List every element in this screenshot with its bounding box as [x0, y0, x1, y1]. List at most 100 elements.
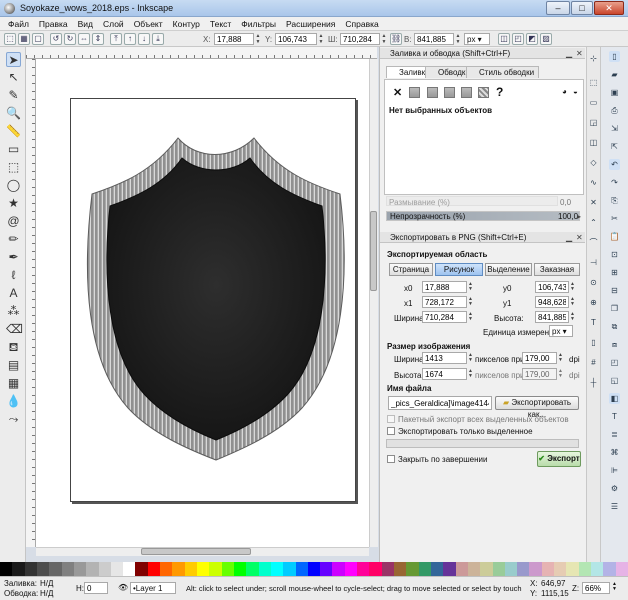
layer-visibility-icon[interactable]: 👁 — [118, 583, 128, 592]
lock-ratio-icon[interactable]: ⛓ — [390, 33, 402, 45]
snap-center-icon[interactable]: ⊙ — [588, 277, 599, 288]
snap-bbox-corner-icon[interactable]: ◲ — [588, 117, 599, 128]
x1-spinner-icon[interactable]: ▲ ▼ — [468, 297, 473, 307]
menu-layer[interactable]: Слой — [98, 17, 129, 30]
y-spinner-icon[interactable]: ▲ ▼ — [317, 33, 325, 45]
duplicate-icon[interactable]: ❐ — [609, 303, 620, 314]
palette-swatch[interactable] — [615, 562, 628, 576]
snap-rotation-center-icon[interactable]: ⊕ — [588, 297, 599, 308]
palette-swatch[interactable] — [418, 562, 431, 576]
palette-swatch[interactable] — [578, 562, 591, 576]
menu-help[interactable]: Справка — [340, 17, 383, 30]
zoom-drawing-icon[interactable]: ⊞ — [609, 267, 620, 278]
snap-smooth-icon[interactable]: ⌒ — [588, 237, 599, 248]
units-select[interactable]: px ▾ — [549, 325, 573, 337]
vertical-scroll-thumb[interactable] — [370, 211, 377, 291]
fill-indicator-value[interactable]: Н/Д — [40, 579, 53, 588]
palette-swatch[interactable] — [283, 562, 296, 576]
zoom-input[interactable] — [582, 582, 610, 594]
snap-bbox-icon[interactable]: ⬚ — [588, 77, 599, 88]
raise-to-top-icon[interactable]: ⤒ — [110, 33, 122, 45]
palette-swatch[interactable] — [369, 562, 382, 576]
height-input[interactable] — [414, 33, 454, 45]
snap-midpoints-icon[interactable]: ⊣ — [588, 257, 599, 268]
palette-swatch[interactable] — [0, 562, 13, 576]
mesh-tool-icon[interactable]: ▦ — [6, 376, 21, 391]
stroke-indicator-value[interactable]: Н/Д — [40, 589, 53, 598]
palette-swatch[interactable] — [307, 562, 321, 576]
image-height-input[interactable] — [422, 368, 467, 380]
zoom-spinner-icon[interactable]: ▲ ▼ — [612, 582, 617, 592]
width-spinner-icon[interactable]: ▲ ▼ — [380, 33, 388, 45]
y1-input[interactable] — [535, 296, 569, 308]
palette-swatch[interactable] — [123, 562, 136, 576]
palette-swatch[interactable] — [357, 562, 370, 576]
export-area-drawing-button[interactable]: Рисунок — [435, 263, 483, 276]
snap-toggle-icon[interactable]: ⊹ — [588, 53, 599, 64]
text-font-icon[interactable]: T — [609, 411, 620, 422]
palette-swatch[interactable] — [233, 562, 247, 576]
export-as-button[interactable]: ▰ Экспортировать как... — [495, 396, 579, 419]
export-area-page-button[interactable]: Страница — [389, 263, 433, 276]
fill-stroke-icon[interactable]: ◧ — [609, 393, 620, 404]
palette-swatch[interactable] — [184, 562, 197, 576]
palette-swatch[interactable] — [86, 562, 99, 576]
palette-swatch[interactable] — [24, 562, 37, 576]
x-input[interactable] — [214, 33, 254, 45]
bucket-tool-icon[interactable]: ⛾ — [6, 340, 21, 355]
image-width-spinner-icon[interactable]: ▲ ▼ — [468, 353, 473, 363]
close-button[interactable]: ✕ — [594, 1, 624, 15]
y1-spinner-icon[interactable]: ▲ ▼ — [570, 297, 575, 307]
filename-input[interactable] — [388, 396, 492, 410]
palette-swatch[interactable] — [295, 562, 308, 576]
y0-input[interactable] — [535, 281, 569, 293]
opacity-spinner-icon[interactable]: ▸ — [577, 212, 581, 221]
dropper-tool-icon[interactable]: 💧 — [6, 394, 21, 409]
snap-paths-icon[interactable]: ∿ — [588, 177, 599, 188]
pattern-icon[interactable] — [478, 87, 489, 98]
lower-icon[interactable]: ↓ — [138, 33, 150, 45]
palette-swatch[interactable] — [406, 562, 419, 576]
print-icon[interactable]: ⎙ — [609, 105, 620, 116]
cut-icon[interactable]: ✂ — [609, 213, 620, 224]
palette-swatch[interactable] — [270, 562, 284, 576]
palette-swatch[interactable] — [98, 562, 111, 576]
snap-page-icon[interactable]: ▯ — [588, 337, 599, 348]
menu-object[interactable]: Объект — [129, 17, 168, 30]
select-all-layers-icon[interactable]: ▦ — [18, 33, 30, 45]
align-distribute-icon[interactable]: ⊫ — [609, 465, 620, 476]
pen-tool-icon[interactable]: ✒ — [6, 250, 21, 265]
xml-editor-icon[interactable]: ⌘ — [609, 447, 620, 458]
gradient-tool-icon[interactable]: ▤ — [6, 358, 21, 373]
paste-icon[interactable]: 📋 — [609, 231, 620, 242]
raise-icon[interactable]: ↑ — [124, 33, 136, 45]
palette-swatch[interactable] — [566, 562, 579, 576]
flat-color-icon[interactable] — [409, 87, 420, 98]
palette-swatch[interactable] — [320, 562, 333, 576]
palette-swatch[interactable] — [480, 562, 493, 576]
palette-swatch[interactable] — [12, 562, 25, 576]
unit-select[interactable]: px ▾ — [464, 33, 490, 45]
zoom-page-icon[interactable]: ⊟ — [609, 285, 620, 296]
snap-text-baseline-icon[interactable]: T — [588, 317, 599, 328]
palette-swatch[interactable] — [258, 562, 271, 576]
palette-swatch[interactable] — [381, 562, 394, 576]
palette-swatch[interactable] — [430, 562, 444, 576]
menu-edit[interactable]: Правка — [34, 17, 73, 30]
ungroup-icon[interactable]: ◱ — [609, 375, 620, 386]
unlink-clone-icon[interactable]: ⧈ — [609, 339, 620, 350]
tab-stroke-style[interactable]: Стиль обводки — [466, 66, 540, 78]
spiral-tool-icon[interactable]: @ — [6, 214, 21, 229]
snap-guide-icon[interactable]: ┼ — [588, 377, 599, 388]
pencil-tool-icon[interactable]: ✏ — [6, 232, 21, 247]
menu-text[interactable]: Текст — [205, 17, 236, 30]
palette-swatch[interactable] — [36, 562, 50, 576]
palette-swatch[interactable] — [246, 562, 259, 576]
export-selected-only-checkbox[interactable] — [387, 427, 395, 435]
dpi-x-spinner-icon[interactable]: ▲ ▼ — [558, 353, 563, 363]
connector-tool-icon[interactable]: ⤳ — [6, 412, 21, 427]
y0-spinner-icon[interactable]: ▲ ▼ — [570, 282, 575, 292]
save-document-icon[interactable]: ▣ — [609, 87, 620, 98]
spray-tool-icon[interactable]: ⁂ — [6, 304, 21, 319]
measure-tool-icon[interactable]: 📏 — [6, 124, 21, 139]
